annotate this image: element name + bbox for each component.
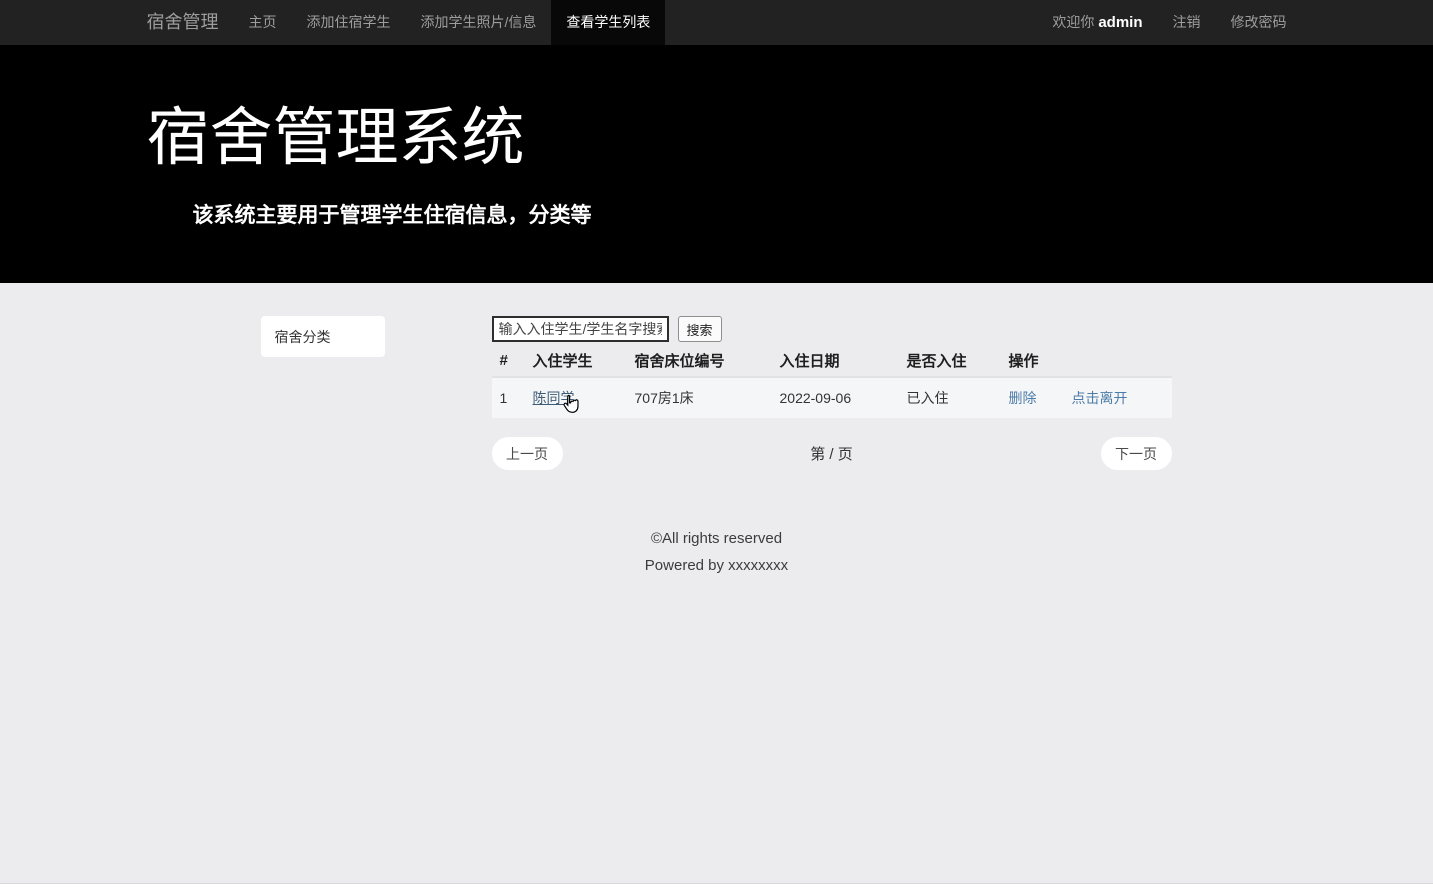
header-student: 入住学生: [532, 353, 593, 370]
table-row: 1 陈同学 707房1床 2022-09-06 已入住 删除 点击离开: [491, 378, 1172, 418]
page-subtitle: 该系统主要用于管理学生住宿信息，分类等: [192, 204, 592, 228]
change-password-link[interactable]: 修改密码: [1216, 0, 1287, 45]
nav-item-add-student[interactable]: 添加住宿学生: [292, 0, 406, 45]
dorm-category-label: 宿舍分类: [274, 328, 331, 345]
search-row: 搜索: [491, 316, 1172, 342]
navbar-container: 宿舍管理 主页 添加住宿学生 添加学生照片/信息 查看学生列表 欢迎你 admi…: [147, 0, 1287, 45]
page-info: 第 / 页: [810, 446, 853, 463]
nav-item-add-photo-info[interactable]: 添加学生照片/信息: [406, 0, 552, 45]
page-footer: ©All rights reserved Powered by xxxxxxxx: [0, 528, 1433, 577]
table-header-row: # 入住学生 宿舍床位编号 入住日期 是否入住 操作: [491, 345, 1172, 378]
header-occupancy-status: 是否入住: [906, 353, 967, 370]
dorm-category-card[interactable]: 宿舍分类: [260, 316, 385, 357]
cell-index: 1: [499, 390, 508, 406]
student-list-panel: 搜索 # 入住学生 宿舍床位编号 入住日期 是否入住 操作 1 陈同学 707房…: [491, 316, 1172, 470]
hero-banner: 宿舍管理系统 该系统主要用于管理学生住宿信息，分类等: [0, 45, 1433, 283]
header-checkin-date: 入住日期: [779, 353, 840, 370]
search-input[interactable]: [491, 316, 669, 342]
powered-by-text: Powered by xxxxxxxx: [644, 557, 789, 574]
header-index: #: [499, 352, 508, 369]
hero-inner: 宿舍管理系统 该系统主要用于管理学生住宿信息，分类等: [147, 105, 1287, 229]
top-navbar: 宿舍管理 主页 添加住宿学生 添加学生照片/信息 查看学生列表 欢迎你 admi…: [0, 0, 1433, 45]
nav-spacer: [665, 0, 1037, 45]
content-row: 宿舍分类 搜索 # 入住学生 宿舍床位编号 入住日期 是否入住 操作 1: [147, 316, 1287, 470]
cell-checkin-date: 2022-09-06: [779, 390, 852, 406]
logout-link[interactable]: 注销: [1158, 0, 1216, 45]
header-actions: 操作: [1008, 353, 1039, 370]
copyright-text: ©All rights reserved: [650, 530, 783, 547]
delete-link[interactable]: 删除: [1009, 390, 1037, 406]
page-title: 宿舍管理系统: [146, 103, 525, 173]
brand-link[interactable]: 宿舍管理: [147, 0, 219, 45]
header-bed-number: 宿舍床位编号: [634, 353, 725, 370]
cell-occupancy-status: 已入住: [906, 390, 949, 406]
cell-bed-number: 707房1床: [634, 390, 694, 406]
main-area: 宿舍分类 搜索 # 入住学生 宿舍床位编号 入住日期 是否入住 操作 1: [0, 283, 1433, 884]
welcome-text: 欢迎你 admin: [1037, 0, 1157, 45]
pagination: 第 / 页 上一页 下一页: [491, 437, 1172, 470]
leave-link[interactable]: 点击离开: [1072, 390, 1128, 406]
username: admin: [1098, 14, 1143, 31]
nav-item-home[interactable]: 主页: [234, 0, 292, 45]
student-table: # 入住学生 宿舍床位编号 入住日期 是否入住 操作 1 陈同学 707房1床 …: [491, 345, 1172, 418]
nav-item-view-student-list[interactable]: 查看学生列表: [551, 0, 666, 45]
search-button[interactable]: 搜索: [677, 316, 722, 342]
welcome-prefix: 欢迎你: [1052, 14, 1095, 30]
student-name-link[interactable]: 陈同学: [533, 390, 575, 406]
